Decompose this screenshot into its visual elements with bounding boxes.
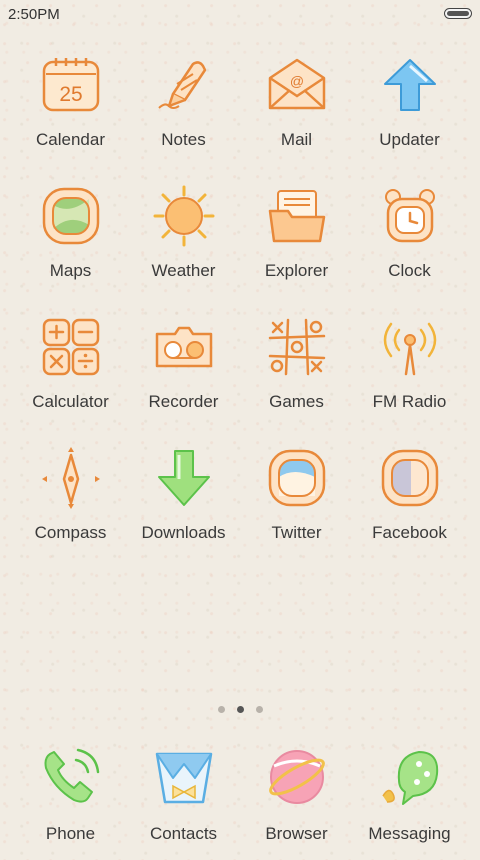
facebook-icon [381, 449, 439, 507]
weather-icon [153, 185, 215, 247]
clock-icon [385, 189, 435, 243]
app-label: Messaging [368, 824, 451, 843]
app-label: Maps [49, 261, 92, 280]
app-label: Clock [388, 261, 431, 280]
explorer-icon [268, 190, 326, 243]
dock-contacts[interactable]: Contacts [127, 740, 240, 860]
page-dot-active[interactable] [236, 706, 244, 713]
app-games[interactable]: Games [240, 310, 353, 430]
phone-icon [44, 748, 100, 803]
app-compass[interactable]: Compass [14, 441, 127, 561]
app-label: Updater [379, 130, 440, 149]
app-facebook[interactable]: Facebook [353, 441, 466, 561]
app-label: Calculator [32, 392, 109, 411]
app-label: Weather [151, 261, 216, 280]
dock-phone[interactable]: Phone [14, 740, 127, 860]
games-icon [268, 318, 326, 376]
app-clock[interactable]: Clock [353, 179, 466, 299]
status-time: 2:50PM [8, 6, 60, 23]
page-dot[interactable] [217, 706, 225, 713]
dock-messaging[interactable]: Messaging [353, 740, 466, 860]
compass-icon [42, 447, 100, 509]
contacts-icon [155, 752, 213, 804]
app-calendar[interactable]: 25 Calendar [14, 48, 127, 168]
updater-icon [384, 59, 436, 111]
app-label: Contacts [149, 824, 218, 843]
app-recorder[interactable]: Recorder [127, 310, 240, 430]
page-dot[interactable] [255, 706, 263, 713]
app-label: Games [269, 392, 324, 411]
app-notes[interactable]: Notes [127, 48, 240, 168]
app-label: Notes [161, 130, 206, 149]
radio-icon [383, 322, 437, 376]
recorder-icon [155, 326, 213, 368]
battery-icon [444, 8, 472, 19]
app-label: Browser [265, 824, 328, 843]
dock: Phone Contacts Browser Messaging [14, 740, 466, 850]
app-fm-radio[interactable]: FM Radio [353, 310, 466, 430]
app-mail[interactable]: @ Mail [240, 48, 353, 168]
maps-icon [42, 187, 100, 245]
mail-icon: @ [268, 58, 326, 110]
page-indicator [0, 700, 480, 718]
app-label: Compass [34, 523, 107, 542]
app-label: Explorer [264, 261, 329, 280]
browser-icon [269, 750, 325, 804]
calendar-icon: 25 [42, 58, 100, 112]
calculator-icon [42, 318, 100, 376]
app-label: Facebook [372, 523, 447, 542]
app-updater[interactable]: Updater [353, 48, 466, 168]
downloads-icon [158, 450, 210, 506]
app-maps[interactable]: Maps [14, 179, 127, 299]
status-bar: 2:50PM [0, 0, 480, 28]
app-label: Twitter [271, 523, 322, 542]
app-calculator[interactable]: Calculator [14, 310, 127, 430]
app-label: Recorder [148, 392, 219, 411]
app-downloads[interactable]: Downloads [127, 441, 240, 561]
messaging-icon [382, 751, 439, 805]
app-twitter[interactable]: Twitter [240, 441, 353, 561]
app-label: Phone [45, 824, 96, 843]
notes-icon [158, 61, 207, 109]
app-explorer[interactable]: Explorer [240, 179, 353, 299]
dock-browser[interactable]: Browser [240, 740, 353, 860]
app-label: FM Radio [372, 392, 447, 411]
twitter-icon [268, 449, 326, 507]
svg-text:@: @ [290, 73, 304, 89]
app-label: Mail [280, 130, 313, 149]
app-weather[interactable]: Weather [127, 179, 240, 299]
app-label: Calendar [36, 130, 105, 149]
svg-text:25: 25 [59, 83, 82, 106]
app-label: Downloads [141, 523, 226, 542]
